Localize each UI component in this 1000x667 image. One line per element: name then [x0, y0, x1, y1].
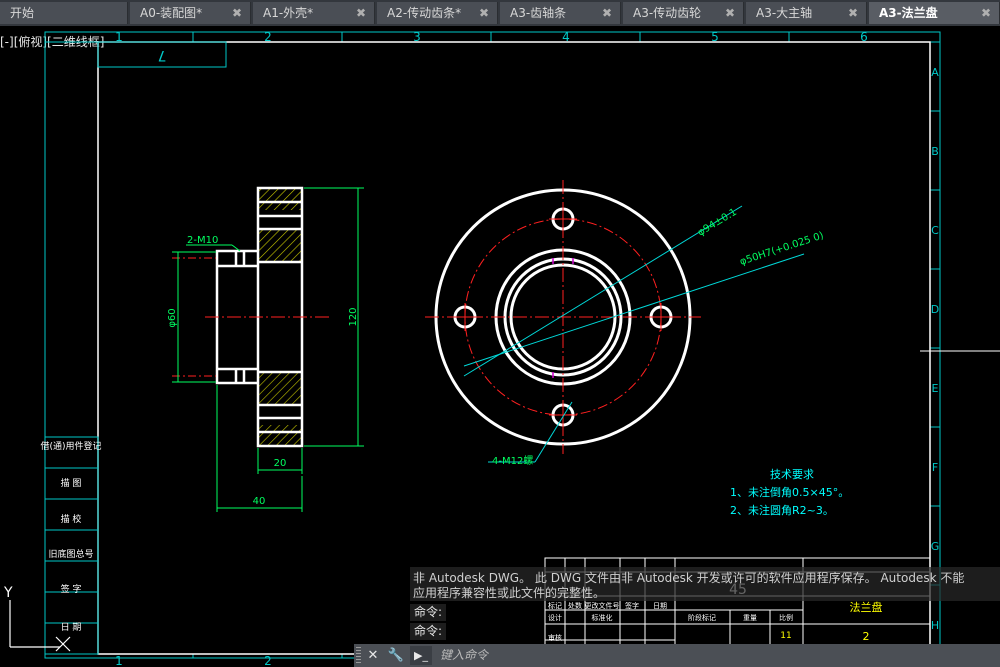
tb-label: 设计 [548, 613, 562, 622]
grid-col-label: 1 [115, 654, 123, 667]
tab-1[interactable]: A0-装配图* ✖ [130, 2, 251, 24]
tab-label: A2-传动齿条* [387, 6, 462, 20]
command-history-line: 命令: [410, 623, 447, 640]
tab-close-icon[interactable]: ✖ [356, 2, 366, 24]
column-ticks [192, 32, 790, 658]
hatch-lower [258, 372, 302, 405]
tb-part-name: 法兰盘 [850, 600, 883, 614]
tab-7[interactable]: A3-法兰盘 ✖ [869, 2, 1000, 24]
prompt-icon[interactable]: ▶_ [410, 646, 432, 665]
dim-dia94: φ94±0.1 [696, 207, 739, 239]
front-view [425, 180, 701, 454]
tab-label: A3-法兰盘 [879, 6, 938, 20]
dim-thread-holes: 4-M12螺 [492, 455, 533, 467]
tab-label: A1-外壳* [263, 6, 314, 20]
message-line: 应用程序兼容性或此文件的完整性。 [413, 586, 606, 600]
command-history-line: 命令: [410, 604, 447, 621]
tab-close-icon[interactable]: ✖ [725, 2, 735, 24]
tech-req-line1: 1、未注倒角0.5×45°。 [730, 485, 849, 499]
ucs-y-label: Y [3, 585, 13, 601]
tab-6[interactable]: A3-大主轴 ✖ [746, 2, 867, 24]
hatch-bottom [258, 425, 302, 446]
tb-label: 日期 [653, 602, 667, 610]
tab-label: A3-传动齿轮 [633, 6, 702, 20]
tb-label: 重量 [743, 614, 757, 622]
dim-height120: 120 [348, 307, 359, 326]
dim-dia50: φ50H7(+0.025 0) [739, 230, 826, 268]
dim-dia60: φ60 [167, 308, 178, 327]
command-input[interactable]: 键入命令 [440, 646, 980, 665]
tb-label: 处数 [568, 601, 582, 610]
tb-label: 审核 [548, 633, 562, 642]
tb-value: 11 [780, 631, 791, 641]
tb-sheet: 2 [863, 630, 870, 643]
tab-2[interactable]: A1-外壳* ✖ [253, 2, 375, 24]
wrench-icon[interactable]: 🔧 [386, 646, 406, 665]
grid-row-label: B [931, 145, 939, 158]
drag-grip-icon[interactable] [356, 647, 361, 664]
hatch-top [258, 189, 302, 210]
tab-0[interactable]: 开始 [0, 2, 128, 24]
strip-label: 旧底图总号 [48, 548, 93, 560]
row-ticks [930, 110, 940, 586]
dim-width20: 20 [274, 458, 287, 469]
grid-row-label: F [932, 461, 938, 474]
tb-label: 阶段标记 [688, 613, 716, 622]
grid-row-label: D [931, 303, 939, 316]
close-icon[interactable]: ✕ [364, 646, 382, 665]
grid-row-label: C [931, 224, 939, 237]
grid-row-label: E [932, 382, 939, 395]
strip-label: 描 校 [61, 513, 82, 525]
tech-req-title: 技术要求 [770, 468, 814, 481]
message-panel: 非 Autodesk DWG。 此 DWG 文件由非 Autodesk 开发或许… [410, 567, 1000, 601]
tab-label: 开始 [10, 6, 35, 20]
tb-label: 比例 [779, 613, 793, 622]
grid-col-label: 2 [264, 654, 272, 667]
grid-row-label: H [931, 619, 939, 632]
tab-close-icon[interactable]: ✖ [602, 2, 612, 24]
outer-frame [44, 31, 941, 659]
tab-close-icon[interactable]: ✖ [232, 2, 242, 24]
technical-requirements: 技术要求 1、未注倒角0.5×45°。 2、未注圆角R2~3。 [730, 468, 849, 517]
strip-label: 借(通)用件登记 [40, 440, 101, 452]
dim-width40: 40 [253, 496, 266, 507]
tab-close-icon[interactable]: ✖ [479, 2, 489, 24]
tab-label: A0-装配图* [140, 6, 203, 20]
grid-row-label: A [931, 66, 939, 79]
grid-row-label: G [931, 540, 940, 553]
strip-label: 描 图 [61, 477, 82, 489]
tab-5[interactable]: A3-传动齿轮 ✖ [623, 2, 744, 24]
tb-label: 标记 [548, 601, 562, 610]
tab-3[interactable]: A2-传动齿条* ✖ [377, 2, 498, 24]
tab-close-icon[interactable]: ✖ [981, 2, 991, 24]
tb-label: 更改文件号 [585, 601, 620, 610]
tab-close-icon[interactable]: ✖ [848, 2, 858, 24]
ucs-icon: Y [3, 585, 71, 652]
tab-4[interactable]: A3-齿轴条 ✖ [500, 2, 621, 24]
hatch-upper [258, 229, 302, 262]
tb-label: 签字 [625, 601, 639, 610]
section-view [172, 186, 330, 448]
document-tab-bar: 开始 A0-装配图* ✖ A1-外壳* ✖ A2-传动齿条* ✖ A3-齿轴条 ✖ A3-传动齿轮… [0, 0, 1000, 26]
grid-row-labels: A B C D E F G H [931, 66, 940, 632]
tab-label: A3-齿轴条 [510, 6, 567, 20]
tech-req-line2: 2、未注圆角R2~3。 [730, 503, 834, 517]
drawing-number-text: 7 [158, 47, 167, 63]
dim-thread-top: 2-M10 [187, 235, 218, 246]
tab-label: A3-大主轴 [756, 6, 813, 20]
tb-label: 标准化 [592, 613, 613, 622]
